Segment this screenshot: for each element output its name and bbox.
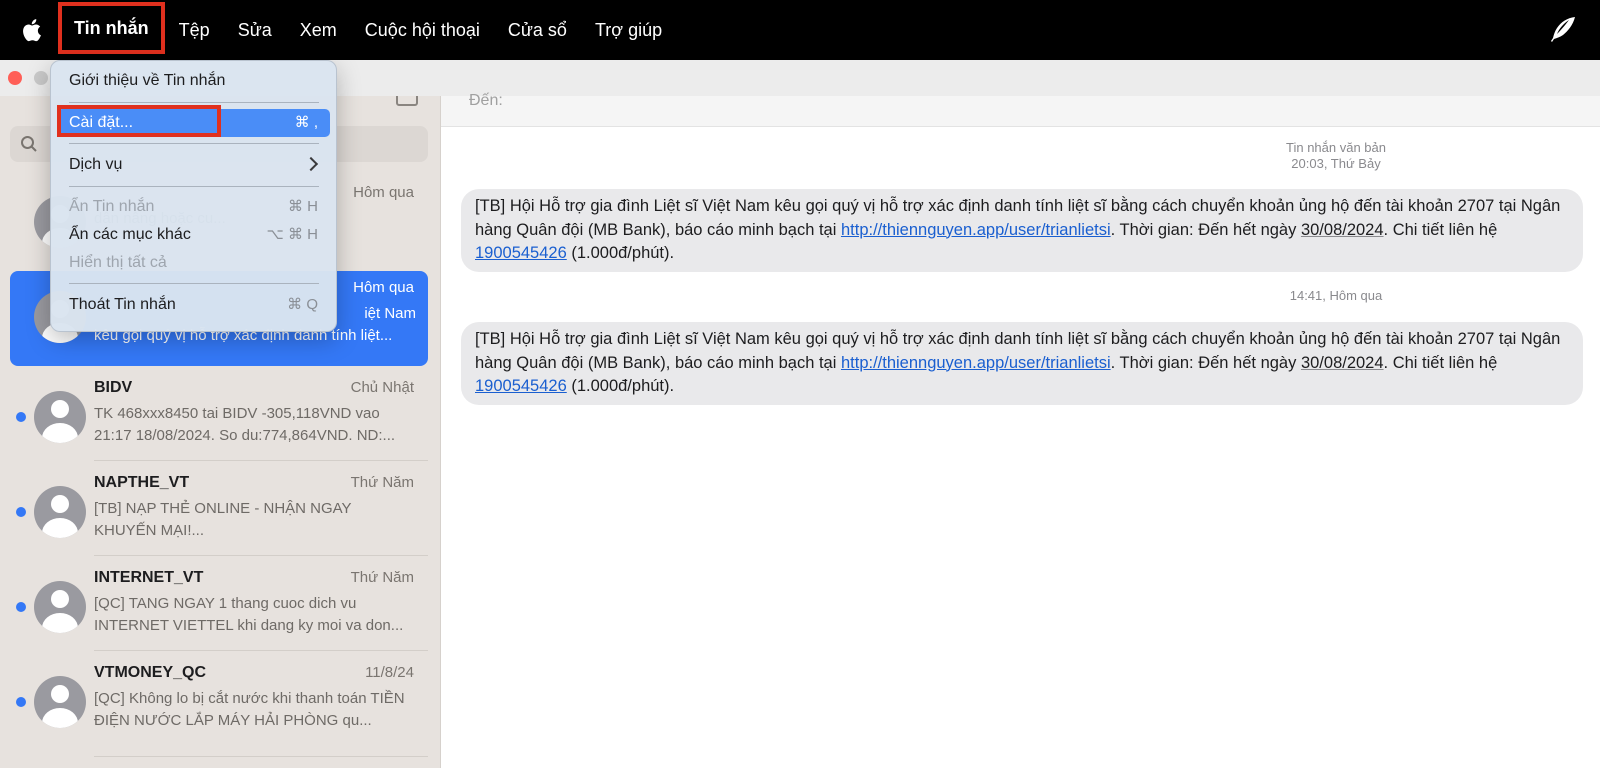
message-text: (1.000đ/phút).: [566, 377, 675, 395]
to-label: Đến:: [469, 92, 503, 109]
conversation-preview: [QC] Không lo bị cắt nước khi thanh toán…: [94, 690, 405, 729]
menu-separator: [69, 102, 319, 103]
message-timestamp: Tin nhắn văn bản 20:03, Thứ Bảy: [1186, 140, 1486, 172]
message-phone-link[interactable]: 1900545426: [475, 377, 567, 395]
avatar: [34, 486, 86, 538]
conversation-name: NAPTHE_VT: [94, 474, 190, 491]
timestamp-text: 20:03, Thứ Bảy: [1291, 156, 1381, 171]
menu-item-label: Dịch vụ: [69, 156, 123, 173]
conversation-item[interactable]: VTMONEY_QC 11/8/24 [QC] Không lo bị cắt …: [10, 656, 428, 751]
highlight-box: [57, 105, 221, 137]
menu-quit[interactable]: Thoát Tin nhắn ⌘ Q: [57, 291, 330, 319]
conversation-name: VTMONEY_QC: [94, 664, 207, 681]
menu-shortcut: ⌘ H: [288, 198, 318, 215]
search-icon: [21, 136, 37, 152]
message-text: (1.000đ/phút).: [566, 244, 675, 262]
avatar: [34, 391, 86, 443]
menu-separator: [69, 143, 319, 144]
conversation-time: Thứ Năm: [350, 474, 414, 491]
menu-xem[interactable]: Xem: [286, 0, 351, 60]
menu-item-label: Ẩn các mục khác: [69, 226, 191, 243]
menu-separator: [69, 186, 319, 187]
menu-tro-giup[interactable]: Trợ giúp: [581, 0, 676, 60]
apple-icon[interactable]: [20, 17, 46, 43]
menu-hide[interactable]: Ẩn Tin nhắn ⌘ H: [57, 193, 330, 221]
menu-cuoc-hoi-thoai[interactable]: Cuộc hội thoại: [351, 0, 494, 60]
menu-sua[interactable]: Sửa: [224, 0, 286, 60]
message-link[interactable]: http://thiennguyen.app/user/trianlietsi: [841, 221, 1111, 239]
conversation-item[interactable]: NAPTHE_VT Thứ Năm [TB] NẠP THẺ ONLINE - …: [10, 466, 428, 561]
message-text: . Thời gian: Đến hết ngày: [1110, 353, 1301, 372]
chevron-right-icon: [303, 156, 319, 172]
app-menu-dropdown: Giới thiệu về Tin nhắn Cài đặt... ⌘ , Dị…: [50, 60, 337, 332]
menu-bar: Tin nhắn Tệp Sửa Xem Cuộc hội thoại Cửa …: [0, 0, 1600, 60]
menu-tep[interactable]: Tệp: [165, 0, 224, 60]
conversation-item[interactable]: BIDV Chủ Nhật TK 468xxx8450 tai BIDV -30…: [10, 371, 428, 466]
menu-tin-nhan[interactable]: Tin nhắn: [58, 2, 165, 54]
divider: [94, 756, 428, 757]
avatar: [34, 676, 86, 728]
menu-hide-others[interactable]: Ẩn các mục khác ⌥ ⌘ H: [57, 221, 330, 249]
message-date[interactable]: 30/08/2024: [1301, 354, 1384, 372]
unread-dot: [16, 602, 26, 612]
menu-separator: [69, 283, 319, 284]
close-window-button[interactable]: [8, 71, 22, 85]
avatar: [34, 581, 86, 633]
conversation-name: BIDV: [94, 379, 133, 396]
menu-shortcut: ⌘ ,: [294, 114, 318, 131]
divider: [94, 460, 428, 461]
menu-item-label: Giới thiệu về Tin nhắn: [69, 72, 226, 89]
menu-item-label: Ẩn Tin nhắn: [69, 198, 155, 215]
minimize-window-button[interactable]: [34, 71, 48, 85]
menu-item-label: Hiển thị tất cả: [69, 254, 167, 271]
message-timestamp: 14:41, Hôm qua: [1289, 288, 1383, 303]
message-link[interactable]: http://thiennguyen.app/user/trianlietsi: [841, 354, 1111, 372]
recipient-header[interactable]: Đến:: [441, 92, 1600, 127]
chat-pane: Đến: Tin nhắn văn bản 20:03, Thứ Bảy [TB…: [441, 92, 1600, 768]
message-text: . Chi tiết liên hệ: [1383, 353, 1498, 372]
conversation-time: 11/8/24: [365, 664, 414, 681]
conversation-preview: TK 468xxx8450 tai BIDV -305,118VND vao 2…: [94, 405, 396, 444]
menu-cua-so[interactable]: Cửa sổ: [494, 0, 581, 60]
unread-dot: [16, 697, 26, 707]
message-date[interactable]: 30/08/2024: [1301, 221, 1384, 239]
unread-dot: [16, 507, 26, 517]
message-bubble[interactable]: [TB] Hội Hỗ trợ gia đình Liệt sĩ Việt Na…: [461, 322, 1583, 405]
message-text: . Thời gian: Đến hết ngày: [1110, 220, 1301, 239]
divider: [94, 650, 428, 651]
menu-shortcut: ⌥ ⌘ H: [266, 226, 318, 243]
conversation-time: Chủ Nhật: [350, 379, 414, 396]
quill-icon[interactable]: [1548, 14, 1578, 44]
menu-item-label: Thoát Tin nhắn: [69, 296, 176, 313]
conversation-time: Thứ Năm: [350, 569, 414, 586]
message-phone-link[interactable]: 1900545426: [475, 244, 567, 262]
conversation-time: Hôm qua: [353, 184, 414, 201]
conversation-preview: [QC] TANG NGAY 1 thang cuoc dich vu INTE…: [94, 595, 404, 634]
message-text: . Chi tiết liên hệ: [1383, 220, 1498, 239]
conversation-item[interactable]: INTERNET_VT Thứ Năm [QC] TANG NGAY 1 tha…: [10, 561, 428, 656]
conversation-time: Hôm qua: [353, 279, 414, 296]
menu-services[interactable]: Dịch vụ: [57, 151, 330, 179]
menu-settings[interactable]: Cài đặt... ⌘ ,: [57, 105, 330, 137]
menu-about[interactable]: Giới thiệu về Tin nhắn: [57, 67, 330, 95]
menu-shortcut: ⌘ Q: [287, 296, 318, 313]
compose-icon[interactable]: [396, 96, 418, 106]
message-bubble[interactable]: [TB] Hội Hỗ trợ gia đình Liệt sĩ Việt Na…: [461, 189, 1583, 272]
conversation-preview: [TB] NẠP THẺ ONLINE - NHẬN NGAY KHUYẾN M…: [94, 500, 352, 539]
message-type-label: Tin nhắn văn bản: [1286, 140, 1386, 155]
unread-dot: [16, 412, 26, 422]
menu-show-all[interactable]: Hiển thị tất cả: [57, 249, 330, 277]
conversation-name: INTERNET_VT: [94, 569, 204, 586]
divider: [94, 555, 428, 556]
